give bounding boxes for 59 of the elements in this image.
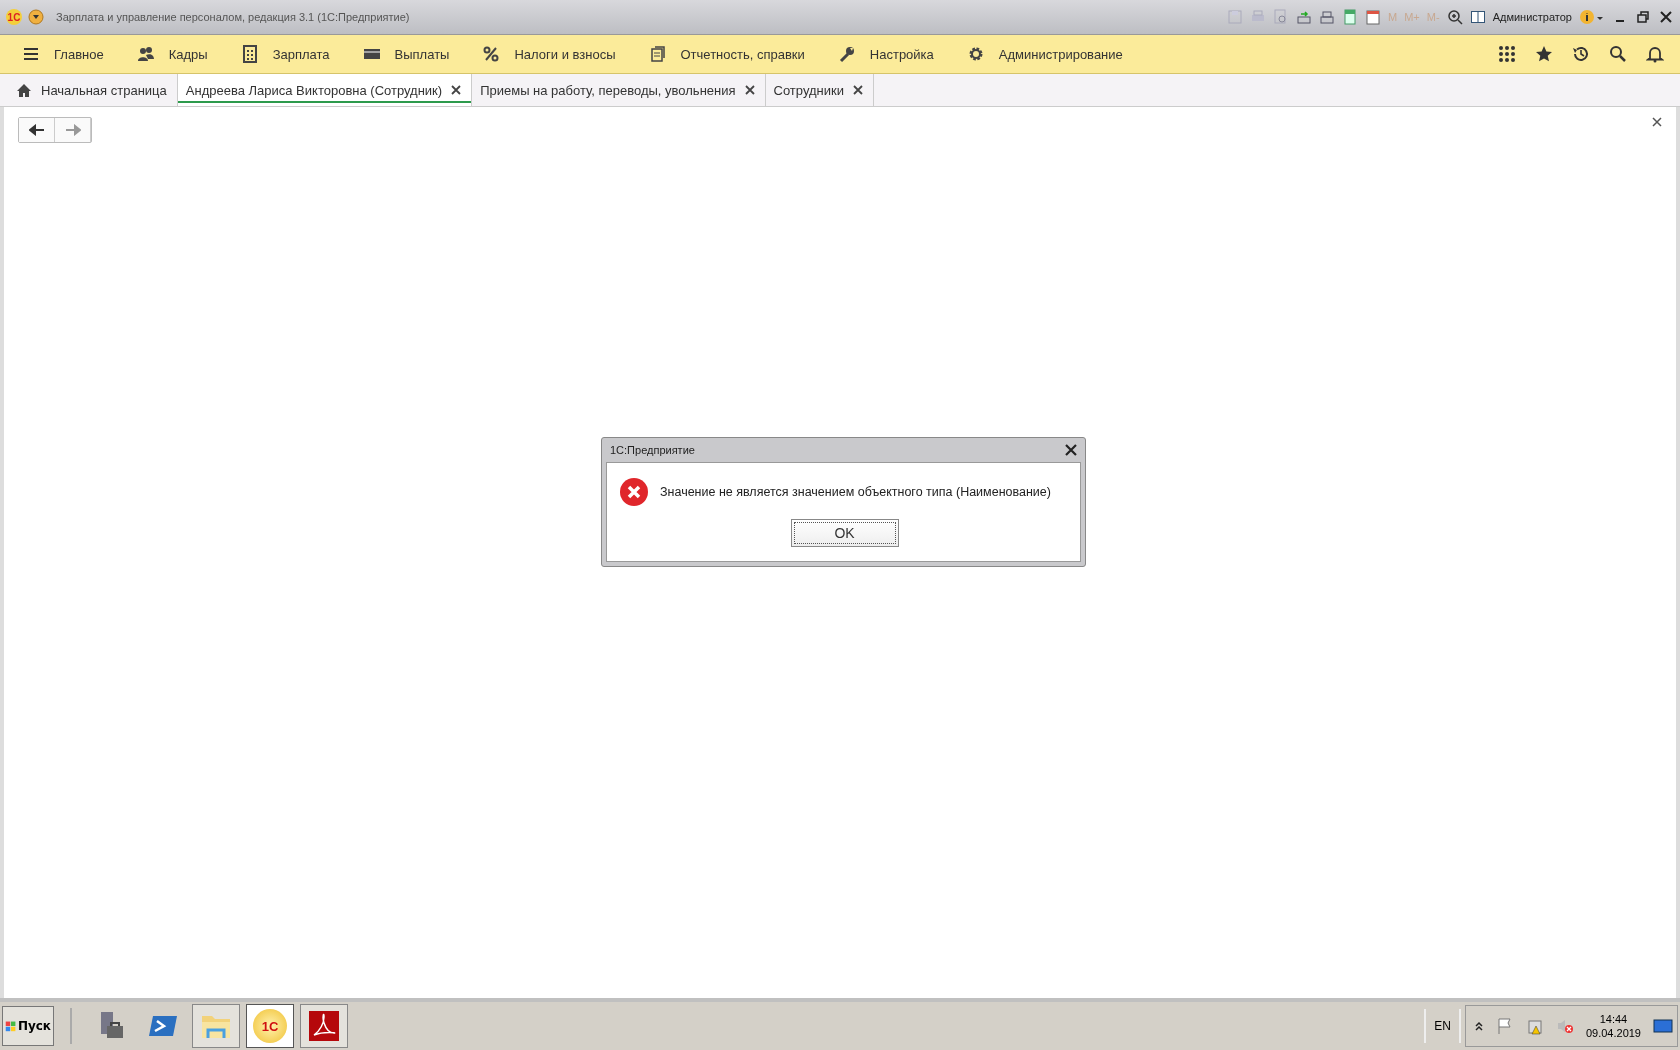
- error-icon: [619, 477, 649, 507]
- ok-button[interactable]: OK: [790, 519, 899, 547]
- app-taskbar-button[interactable]: 1С: [246, 1004, 294, 1048]
- tab[interactable]: Начальная страница: [8, 74, 178, 106]
- show-desktop-icon[interactable]: [1653, 1018, 1673, 1034]
- home-icon: [16, 82, 32, 98]
- dropdown-icon[interactable]: [28, 9, 44, 25]
- close-icon[interactable]: [852, 85, 863, 95]
- close-icon[interactable]: [1652, 117, 1662, 127]
- history-icon[interactable]: [1572, 45, 1590, 63]
- section-item[interactable]: Отчетность, справки: [646, 45, 820, 63]
- close-icon[interactable]: [744, 85, 755, 95]
- dialog-title: 1С:Предприятие: [610, 444, 695, 456]
- pdf-reader-icon[interactable]: [300, 1004, 348, 1048]
- info-icon[interactable]: [1579, 9, 1605, 25]
- flag-icon[interactable]: [1495, 1017, 1514, 1035]
- zoom-icon[interactable]: [1446, 9, 1463, 25]
- arrow-left-icon: [28, 124, 45, 136]
- start-button[interactable]: Пуск: [2, 1006, 54, 1046]
- bell-icon[interactable]: [1646, 45, 1664, 63]
- folder-icon[interactable]: [192, 1004, 240, 1048]
- close-icon[interactable]: [451, 85, 462, 95]
- clock-date[interactable]: 09.04.2019: [1585, 1027, 1641, 1039]
- section-item[interactable]: Администрирование: [964, 45, 1138, 63]
- clock-time[interactable]: 14:44: [1599, 1013, 1628, 1025]
- section-item[interactable]: Выплаты: [360, 45, 465, 63]
- language-indicator[interactable]: EN: [1424, 1009, 1461, 1043]
- docs-icon: [648, 45, 667, 63]
- section-item[interactable]: Настройка: [835, 45, 949, 63]
- close-icon[interactable]: [1658, 9, 1674, 25]
- wrench-icon: [837, 45, 856, 63]
- tab[interactable]: Приемы на работу, переводы, увольнения: [472, 74, 766, 106]
- app-logo: 1С: [6, 9, 22, 25]
- calculator-icon[interactable]: [1342, 9, 1359, 25]
- arrow-right-icon: [64, 124, 81, 136]
- tray-icon[interactable]: [1319, 9, 1336, 25]
- restore-icon[interactable]: [1635, 9, 1651, 25]
- close-icon[interactable]: [1065, 444, 1077, 456]
- calendar-icon[interactable]: [1365, 9, 1382, 25]
- menu-icon: [22, 45, 40, 63]
- section-item[interactable]: Главное: [20, 45, 119, 63]
- error-message: Значение не является значением объектного типа (Наименование): [660, 485, 1051, 499]
- tab[interactable]: Сотрудники: [765, 74, 874, 106]
- window-title: Зарплата и управление персоналом, редакция 3.1 (1С:Предприятие): [56, 11, 411, 23]
- panels-icon[interactable]: [1469, 9, 1486, 25]
- calculator-icon: [240, 45, 259, 63]
- section-item[interactable]: Кадры: [134, 45, 223, 63]
- percent-icon: [482, 45, 501, 63]
- user-name[interactable]: Администратор: [1492, 11, 1572, 23]
- speaker-muted-icon[interactable]: [1555, 1017, 1574, 1035]
- back-button[interactable]: [19, 118, 55, 142]
- chevron-up-icon[interactable]: [1473, 1021, 1484, 1031]
- section-item[interactable]: Зарплата: [238, 45, 345, 63]
- star-icon[interactable]: [1535, 45, 1553, 63]
- people-icon: [136, 45, 155, 63]
- section-item[interactable]: Налоги и взносы: [480, 45, 631, 63]
- tab[interactable]: Андреева Лариса Викторовна (Сотрудник): [177, 74, 473, 106]
- search-icon[interactable]: [1609, 45, 1627, 63]
- grid-icon[interactable]: [1498, 45, 1516, 63]
